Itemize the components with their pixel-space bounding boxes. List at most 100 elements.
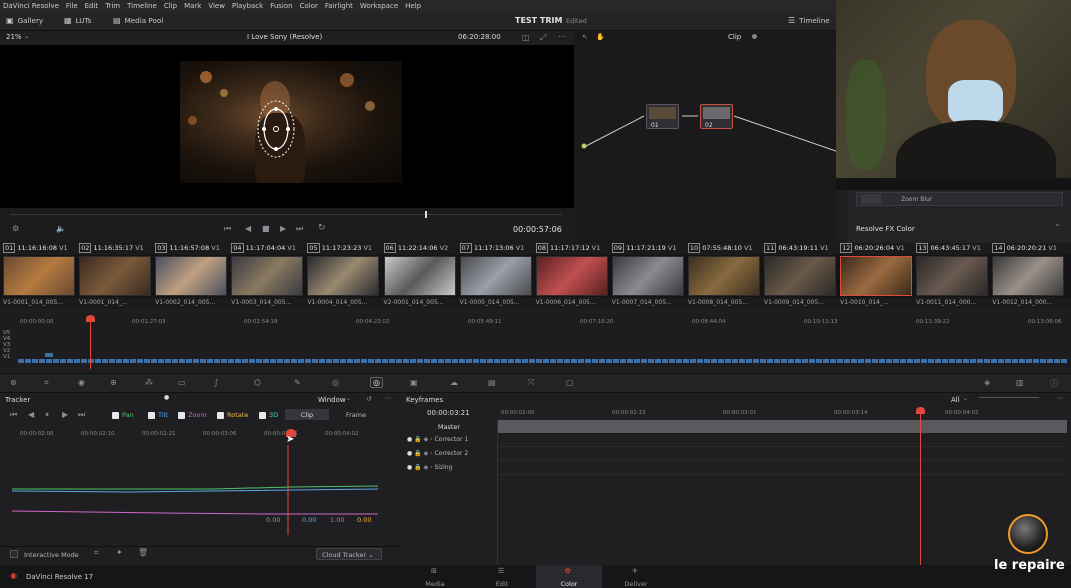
more-icon[interactable]: ⋯ — [385, 394, 392, 402]
mini-timeline[interactable]: 00:00:00:00 00:01:27:03 00:02:54:18 00:04:2… — [0, 313, 1071, 369]
qualifier-icon[interactable]: ✎ — [294, 378, 301, 387]
play-icon[interactable]: ▶ — [280, 224, 286, 233]
curves-icon[interactable]: ∫ — [214, 378, 218, 387]
clip-header-12[interactable]: 12 06:20:26:04 V1 — [840, 243, 905, 253]
clip-thumbnail-02[interactable] — [79, 256, 152, 296]
clip-header-14[interactable]: 14 06:20:20:21 V1 — [992, 243, 1057, 253]
gallery-button[interactable]: ▣ Gallery — [6, 16, 43, 25]
motion-effects-icon[interactable]: ▭ — [178, 378, 186, 387]
clip-thumbnail-13[interactable] — [916, 256, 989, 296]
track-back-start-icon[interactable]: ⏮ — [10, 410, 17, 420]
zoom-check[interactable]: Zoom — [178, 411, 207, 419]
clip-header-05[interactable]: 05 11:17:23:23 V1 — [307, 243, 372, 253]
tracker-mode[interactable]: Window — [318, 396, 346, 404]
menu-fairlight[interactable]: Fairlight — [325, 2, 353, 10]
chevron-down-icon[interactable]: ⌄ — [346, 395, 351, 402]
keyframe-row-track[interactable] — [497, 460, 1067, 461]
clip-thumbnail-06[interactable] — [383, 256, 456, 296]
node-02[interactable]: 02 — [700, 104, 733, 129]
stop-icon[interactable]: ■ — [262, 224, 270, 233]
fullscreen-icon[interactable]: ⤢ — [540, 33, 546, 43]
tracker-icon[interactable]: ◎ — [370, 377, 383, 388]
add-point-icon[interactable]: ⌗ — [94, 548, 99, 558]
menu-fusion[interactable]: Fusion — [270, 2, 292, 10]
interactive-mode-checkbox[interactable] — [10, 550, 18, 558]
menu-app[interactable]: DaVinci Resolve — [3, 2, 59, 10]
v1-clips[interactable] — [18, 359, 1068, 363]
sizing-icon[interactable]: ⤧ — [528, 378, 534, 388]
zoom-blur-item[interactable]: Zoom Blur — [856, 192, 1063, 206]
keyframe-row-track[interactable] — [497, 474, 1067, 475]
keyframe-row-track[interactable] — [497, 446, 1067, 447]
chevron-down-icon[interactable]: ⌄ — [24, 33, 29, 40]
clip-header-01[interactable]: 01 11:16:16:08 V1 — [3, 243, 68, 253]
chevron-down-icon[interactable]: ⌄ — [963, 395, 968, 402]
viewer-timecode[interactable]: 06:20:28:00 — [458, 33, 501, 41]
set-point-icon[interactable]: ✦ — [116, 548, 123, 557]
clip-header-10[interactable]: 10 07:55:48:10 V1 — [687, 243, 753, 253]
scopes-icon[interactable]: ▥ — [1016, 378, 1024, 387]
chevron-up-icon[interactable]: ⌃ — [1054, 223, 1061, 232]
master-track[interactable] — [497, 420, 1067, 433]
info-icon[interactable]: ⓘ — [1050, 378, 1058, 389]
more-icon[interactable]: ⋯ — [558, 32, 566, 41]
mirror-icon[interactable]: ◫ — [522, 33, 530, 42]
3d-check[interactable]: 3D — [259, 411, 278, 419]
clip-thumbnail-11[interactable] — [764, 256, 836, 296]
menu-help[interactable]: Help — [405, 2, 421, 10]
color-warper-icon[interactable]: ⌬ — [254, 378, 261, 387]
scrub-playhead[interactable] — [425, 211, 427, 218]
menu-view[interactable]: View — [208, 2, 225, 10]
skip-end-icon[interactable]: ⏭ — [296, 224, 303, 234]
gear-icon[interactable]: ⚙ — [12, 224, 19, 233]
clip-thumbnail-04[interactable] — [231, 256, 304, 296]
track-forward-icon[interactable]: ▶ — [62, 410, 68, 419]
clip-thumbnail-03[interactable] — [155, 256, 228, 296]
clip-toggle[interactable]: Clip — [285, 409, 329, 420]
3d-icon[interactable]: ▢ — [566, 378, 574, 387]
clip-header-09[interactable]: 09 11:17:21:19 V1 — [611, 243, 676, 253]
menu-clip[interactable]: Clip — [164, 2, 177, 10]
cloud-tracker-select[interactable]: Cloud Tracker ⌄ — [316, 548, 382, 560]
clip-thumbnail-01[interactable] — [3, 256, 75, 296]
clip-header-06[interactable]: 06 11:22:14:06 V2 — [383, 243, 448, 253]
key-icon[interactable]: ▤ — [488, 378, 496, 387]
viewer[interactable] — [0, 45, 574, 208]
media-pool-button[interactable]: ▤ Media Pool — [113, 16, 163, 25]
more-icon[interactable]: ⋯ — [1056, 394, 1063, 402]
zoom-level[interactable]: 21% — [6, 33, 22, 41]
power-window-overlay[interactable] — [250, 95, 302, 163]
clip-thumbnail-12[interactable] — [840, 256, 913, 296]
frame-toggle[interactable]: Frame — [330, 409, 382, 420]
menu-trim[interactable]: Trim — [105, 2, 120, 10]
menu-edit[interactable]: Edit — [85, 2, 99, 10]
skip-start-icon[interactable]: ⏮ — [224, 224, 231, 234]
window-icon[interactable]: ◎ — [332, 378, 339, 387]
hdr-icon[interactable]: ⊕ — [110, 378, 117, 387]
clip-header-03[interactable]: 03 11:16:57:08 V1 — [155, 243, 220, 253]
clip-header-08[interactable]: 08 11:17:17:12 V1 — [535, 243, 600, 253]
keyframe-row[interactable]: ● 🔒 ◆ › Corrector 1 — [407, 436, 468, 443]
menu-workspace[interactable]: Workspace — [360, 2, 398, 10]
clip-header-13[interactable]: 13 06:43:45:17 V1 — [916, 243, 981, 253]
timeline-button[interactable]: ☰ Timeline — [788, 16, 830, 25]
clip-header-02[interactable]: 02 11:16:35:17 V1 — [79, 243, 144, 253]
keyframe-playhead-handle[interactable] — [916, 407, 925, 414]
menu-file[interactable]: File — [66, 2, 78, 10]
pan-check[interactable]: Pan — [112, 411, 134, 419]
tilt-check[interactable]: Tilt — [148, 411, 168, 419]
clip-thumbnail-05[interactable] — [307, 256, 380, 296]
luts-button[interactable]: ▦ LUTs — [64, 16, 91, 25]
clip-name[interactable]: I Love Sony (Resolve) — [247, 33, 322, 41]
volume-icon[interactable]: 🔈 — [56, 224, 66, 233]
clip-thumbnail-09[interactable] — [611, 256, 684, 296]
keyframe-row[interactable]: ● 🔒 ◆ › Corrector 2 — [407, 450, 468, 457]
rotate-check[interactable]: Rotate — [217, 411, 248, 419]
mini-playhead-handle[interactable] — [86, 315, 95, 322]
node-01[interactable]: 01 — [646, 104, 679, 129]
mini-playhead[interactable] — [90, 315, 91, 369]
loop-icon[interactable]: ↻ — [318, 223, 326, 233]
menu-playback[interactable]: Playback — [232, 2, 263, 10]
camera-raw-icon[interactable]: ⊛ — [10, 378, 17, 387]
clip-thumbnail-08[interactable] — [535, 256, 608, 296]
